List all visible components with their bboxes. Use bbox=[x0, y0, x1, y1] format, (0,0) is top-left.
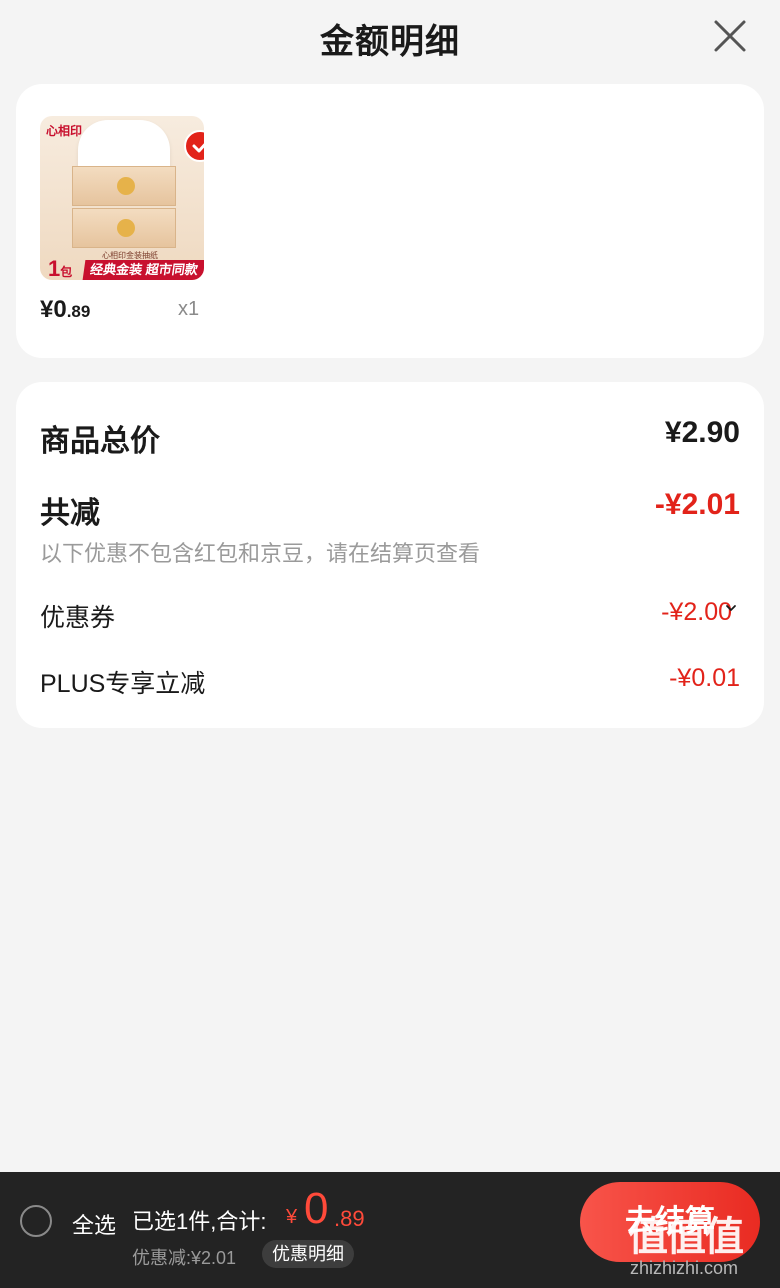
box-seal-icon bbox=[117, 177, 135, 195]
select-all-label[interactable]: 全选 bbox=[72, 1208, 116, 1240]
coupon-label: 优惠券 bbox=[40, 604, 116, 632]
total-reduce-label: 共减 bbox=[40, 497, 100, 530]
close-icon bbox=[714, 20, 746, 52]
discount-summary: 优惠减:¥2.01 bbox=[132, 1248, 237, 1268]
check-icon bbox=[192, 143, 204, 153]
pack-count-number: 1 bbox=[48, 256, 61, 280]
total-amount-integer: 0 bbox=[304, 1184, 329, 1233]
promo-banner: 经典金装 超市同款 bbox=[82, 260, 204, 280]
tissue-box-icon bbox=[72, 166, 176, 206]
product-image[interactable]: 心相印 心相印金装抽纸 1包 经典金装 超市同款 bbox=[40, 116, 204, 280]
page-title: 金额明细 bbox=[320, 23, 460, 61]
reduce-note: 以下优惠不包含红包和京豆，请在结算页查看 bbox=[40, 541, 481, 566]
product-card: 心相印 心相印金装抽纸 1包 经典金装 超市同款 ¥0.89 x1 bbox=[16, 84, 764, 358]
discount-detail-button[interactable]: 优惠明细 bbox=[262, 1240, 354, 1268]
header: 金额明细 bbox=[0, 0, 780, 72]
select-all-checkbox[interactable] bbox=[20, 1205, 52, 1237]
total-reduce-value: -¥2.01 bbox=[654, 488, 740, 521]
total-price-value: ¥2.90 bbox=[664, 416, 740, 449]
product-quantity: x1 bbox=[178, 298, 200, 320]
selected-summary: 已选1件,合计: bbox=[132, 1209, 267, 1234]
product-price-decimal: .89 bbox=[66, 302, 91, 321]
close-button[interactable] bbox=[708, 14, 752, 58]
tissue-box-icon bbox=[72, 208, 176, 248]
watermark-logo: 值值值 bbox=[628, 1215, 744, 1259]
total-amount-decimal: .89 bbox=[334, 1206, 365, 1231]
plus-discount-value: -¥0.01 bbox=[669, 664, 740, 692]
pack-count-unit: 包 bbox=[60, 265, 73, 279]
pack-count: 1包 bbox=[48, 256, 72, 280]
plus-discount-label: PLUS专享立减 bbox=[40, 670, 206, 698]
chevron-down-icon[interactable] bbox=[724, 602, 738, 614]
product-price-main: ¥0 bbox=[40, 296, 67, 323]
coupon-value[interactable]: -¥2.00 bbox=[661, 598, 732, 627]
amount-detail-card: 商品总价 ¥2.90 共减 -¥2.01 以下优惠不包含红包和京豆，请在结算页查… bbox=[16, 382, 764, 728]
product-price: ¥0.89 bbox=[40, 296, 90, 324]
brand-logo: 心相印 bbox=[46, 124, 83, 138]
total-price-label: 商品总价 bbox=[40, 425, 160, 458]
total-currency: ¥ bbox=[286, 1206, 298, 1228]
watermark-url: zhizhizhi.com bbox=[630, 1258, 739, 1278]
box-seal-icon bbox=[117, 219, 135, 237]
